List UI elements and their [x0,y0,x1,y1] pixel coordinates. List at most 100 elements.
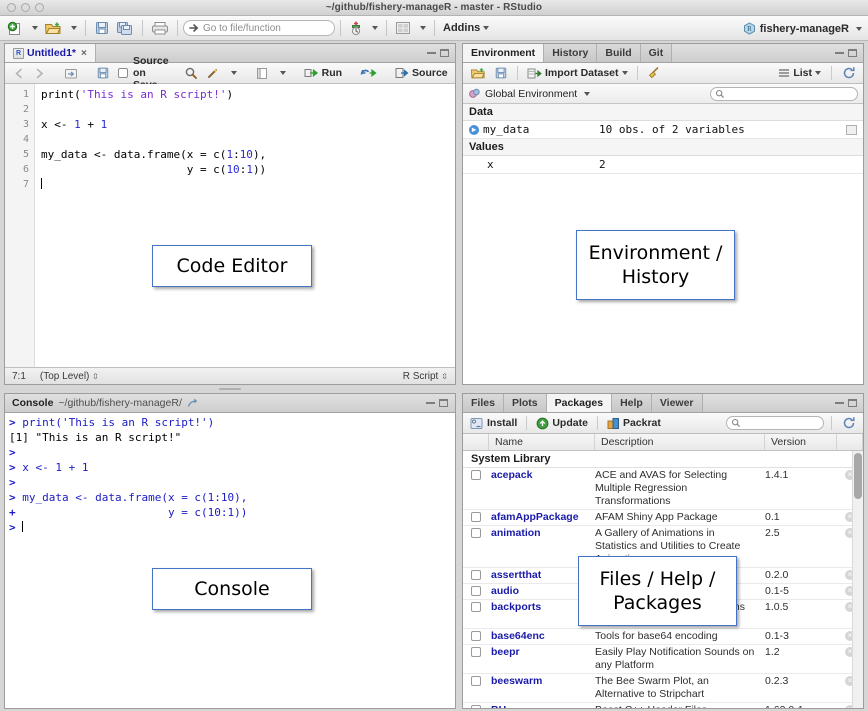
editor-body[interactable]: 1234567 print('This is an R script!') x … [5,84,455,367]
packages-scrollbar-track[interactable] [852,451,863,708]
run-button[interactable]: Run [301,63,345,83]
package-checkbox-cell[interactable] [463,601,489,612]
horizontal-splitter[interactable] [4,386,456,392]
refresh-icon[interactable] [839,63,859,83]
code-line[interactable]: my_data <- data.frame(x = c(1:10), [41,147,455,162]
package-checkbox-cell[interactable] [463,585,489,596]
package-checkbox-cell[interactable] [463,704,489,708]
package-row[interactable]: BHBoost C++ Header Files1.62.0-1× [463,703,863,708]
source-pane-window-controls[interactable] [421,44,455,62]
package-name[interactable]: afamAppPackage [489,511,595,523]
save-icon[interactable] [91,18,113,38]
pane-window-controls[interactable] [829,44,863,62]
tab-help[interactable]: Help [612,394,652,412]
compile-report-dropdown[interactable] [274,63,289,83]
package-row[interactable]: beeswarmThe Bee Swarm Plot, an Alternati… [463,674,863,703]
tab-viewer[interactable]: Viewer [652,394,703,412]
open-file-button[interactable] [41,18,65,38]
packages-column-header[interactable]: Name [489,434,595,450]
package-load-checkbox[interactable] [471,647,481,657]
import-dataset-button[interactable]: Import Dataset [524,63,631,83]
panes-dropdown[interactable] [414,18,429,38]
package-row[interactable]: beeprEasily Play Notification Sounds on … [463,645,863,674]
project-selector[interactable]: R fishery-manageR [743,16,862,41]
tab-files[interactable]: Files [463,394,504,412]
expand-object-icon[interactable]: ▸ [469,125,479,135]
tab-history[interactable]: History [544,44,597,62]
package-name[interactable]: BH [489,704,595,708]
search-icon[interactable] [181,63,201,83]
broom-icon[interactable] [644,63,664,83]
environment-search-input[interactable] [710,87,858,101]
tab-build[interactable]: Build [597,44,640,62]
package-load-checkbox[interactable] [471,528,481,538]
source-on-save-checkbox[interactable] [115,63,131,83]
update-packages-button[interactable]: Update [533,413,591,433]
goto-file-function-input[interactable]: Go to file/function [183,20,335,36]
popout-icon[interactable] [187,397,200,409]
panes-icon[interactable] [392,18,414,38]
packages-search-input[interactable] [726,416,824,430]
console-output[interactable]: > print('This is an R script!')[1] "This… [5,413,455,708]
package-checkbox-cell[interactable] [463,630,489,641]
save-all-icon[interactable] [113,18,137,38]
package-name[interactable]: beepr [489,646,595,658]
package-name[interactable]: beeswarm [489,675,595,687]
maximize-pane-icon[interactable] [440,49,449,57]
environment-row[interactable]: x2 [463,156,863,174]
new-file-dropdown[interactable] [26,18,41,38]
code-line[interactable] [41,102,455,117]
packages-column-header[interactable]: Version [765,434,837,450]
console-window-controls[interactable] [426,399,448,407]
code-line[interactable] [41,132,455,147]
minimize-pane-icon[interactable] [835,402,844,404]
magic-wand-icon[interactable] [203,63,223,83]
file-type-selector[interactable]: R Script ⇳ [403,371,448,382]
close-tab-icon[interactable]: × [81,48,87,59]
packages-column-header[interactable] [837,434,863,450]
package-load-checkbox[interactable] [471,570,481,580]
package-load-checkbox[interactable] [471,631,481,641]
minimize-pane-icon[interactable] [835,52,844,54]
package-row[interactable]: acepackACE and AVAS for Selecting Multip… [463,468,863,510]
packages-column-header[interactable]: Description [595,434,765,450]
package-name[interactable]: acepack [489,469,595,481]
view-mode-button[interactable]: List [775,63,824,83]
addins-button[interactable]: Addins [440,18,492,38]
install-packages-button[interactable]: Install [467,413,520,433]
minimize-console-icon[interactable] [426,402,435,404]
scope-selector[interactable]: (Top Level) ⇳ [40,371,99,382]
addins-keyboard-icon[interactable] [346,18,366,38]
package-checkbox-cell[interactable] [463,675,489,686]
package-checkbox-cell[interactable] [463,527,489,538]
addins-dropdown[interactable] [366,18,381,38]
source-button[interactable]: Source [392,63,451,83]
code-tools-dropdown[interactable] [225,63,240,83]
code-line[interactable]: y = c(10:1)) [41,162,455,177]
save-workspace-icon[interactable] [491,63,511,83]
tab-plots[interactable]: Plots [504,394,547,412]
source-on-save-box[interactable] [118,68,128,78]
notebook-icon[interactable] [252,63,272,83]
open-file-dropdown[interactable] [65,18,80,38]
package-load-checkbox[interactable] [471,602,481,612]
package-load-checkbox[interactable] [471,705,481,708]
package-row[interactable]: base64encTools for base64 encoding0.1-3× [463,629,863,645]
package-name[interactable]: animation [489,527,595,539]
minimize-pane-icon[interactable] [427,52,436,54]
package-load-checkbox[interactable] [471,676,481,686]
new-file-button[interactable] [4,18,26,38]
code-line[interactable] [41,177,455,192]
code-line[interactable]: print('This is an R script!') [41,87,455,102]
package-load-checkbox[interactable] [471,586,481,596]
package-load-checkbox[interactable] [471,470,481,480]
load-workspace-icon[interactable] [467,63,489,83]
source-dropdown[interactable] [453,63,456,83]
editor-code-area[interactable]: print('This is an R script!') x <- 1 + 1… [35,84,455,367]
view-dataframe-icon[interactable] [846,125,857,135]
packrat-button[interactable]: Packrat [604,413,664,433]
source-tab-untitled1[interactable]: R Untitled1* × [5,44,96,62]
maximize-console-icon[interactable] [439,399,448,407]
package-checkbox-cell[interactable] [463,469,489,480]
show-in-new-window-icon[interactable] [61,63,81,83]
